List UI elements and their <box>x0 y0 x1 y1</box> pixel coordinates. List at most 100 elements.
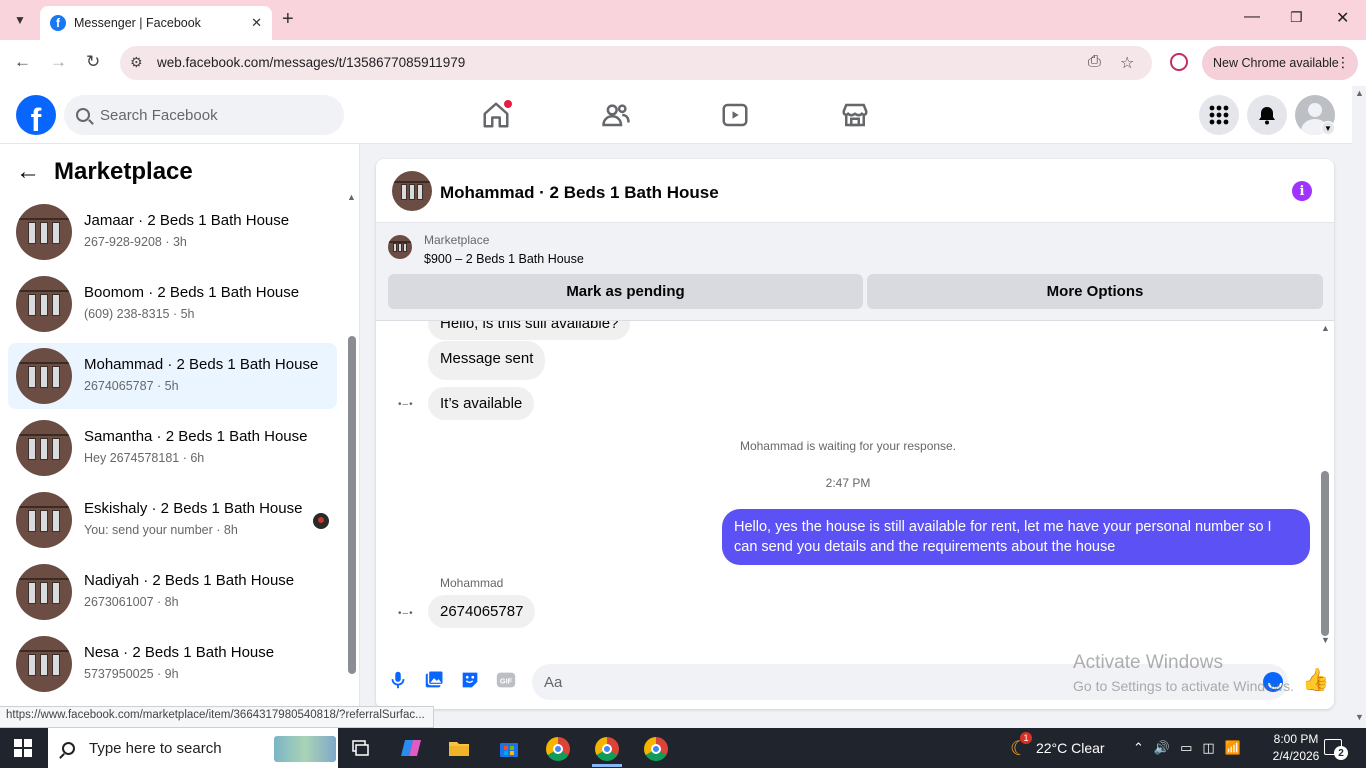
conversation-preview: 2674065787 · 5h <box>84 379 179 393</box>
thumbs-up-icon[interactable]: 👍 <box>1302 667 1329 693</box>
weather-text: 22°C Clear <box>1035 740 1105 756</box>
notification-count-badge: 2 <box>1334 746 1348 760</box>
account-chevron-down-icon[interactable]: ▼ <box>1321 121 1335 135</box>
install-app-icon[interactable]: ⎙ <box>1088 53 1101 71</box>
volume-icon[interactable]: 🔊 <box>1154 740 1170 756</box>
facebook-header: f <box>0 86 1352 144</box>
copilot-icon[interactable] <box>398 736 424 760</box>
conversation-item-boomom[interactable]: Boomom · 2 Beds 1 Bath House (609) 238-8… <box>8 271 337 337</box>
chat-listing-avatar[interactable] <box>392 171 432 211</box>
restore-icon[interactable]: ❐ <box>1290 9 1303 26</box>
incoming-message[interactable]: Hello, is this still available? <box>428 321 631 340</box>
photo-icon[interactable] <box>423 669 445 691</box>
facebook-search-input[interactable] <box>100 106 320 124</box>
listing-thumbnail <box>16 420 72 476</box>
tab-search-chevron-icon[interactable]: ▼ <box>8 8 32 32</box>
scroll-up-arrow-icon[interactable]: ▲ <box>347 192 356 202</box>
site-info-icon[interactable]: ⚙ <box>130 54 143 71</box>
outgoing-message[interactable]: Hello, yes the house is still available … <box>722 509 1310 565</box>
close-window-icon[interactable]: ✕ <box>1336 8 1349 28</box>
conversation-name: Samantha · 2 Beds 1 Bath House <box>84 428 308 445</box>
network-icon[interactable]: ◫ <box>1202 740 1214 756</box>
tab-close-icon[interactable]: ✕ <box>251 15 262 31</box>
microsoft-store-icon[interactable] <box>496 736 522 760</box>
friends-icon[interactable] <box>601 100 631 130</box>
conversation-info-icon[interactable]: i <box>1292 181 1312 201</box>
file-explorer-icon[interactable] <box>446 736 472 760</box>
conversation-name: Eskishaly · 2 Beds 1 Bath House <box>84 500 303 517</box>
windows-start-icon[interactable] <box>14 739 32 757</box>
chrome-profile-icon[interactable] <box>1170 53 1188 71</box>
bookmark-star-icon[interactable]: ☆ <box>1120 53 1134 73</box>
taskbar-clock[interactable]: 8:00 PM 2/4/2026 <box>1260 731 1332 765</box>
scroll-up-arrow-icon[interactable]: ▲ <box>1355 88 1364 98</box>
conversation-item-jamaar[interactable]: Jamaar · 2 Beds 1 Bath House 267-928-920… <box>8 199 337 265</box>
sidebar-scrollbar[interactable]: ▲ <box>347 192 357 708</box>
url-text[interactable]: web.facebook.com/messages/t/135867708591… <box>157 55 465 70</box>
chrome-menu-icon[interactable]: ⋮ <box>1336 54 1350 71</box>
new-chrome-available-button[interactable]: New Chrome available ⋮ <box>1202 46 1358 80</box>
chrome-profile-3-icon[interactable] <box>644 737 668 761</box>
listing-thumbnail <box>16 276 72 332</box>
chevron-up-icon[interactable]: ⌃ <box>1133 740 1144 756</box>
conversation-list: Jamaar · 2 Beds 1 Bath House 267-928-920… <box>0 184 345 708</box>
conversation-item-nadiyah[interactable]: Nadiyah · 2 Beds 1 Bath House 2673061007… <box>8 559 337 625</box>
minimize-icon[interactable]: — <box>1244 8 1260 26</box>
wifi-icon[interactable]: 📶 <box>1225 740 1241 756</box>
forward-icon[interactable]: → <box>50 52 67 72</box>
scroll-down-arrow-icon[interactable]: ▼ <box>1321 635 1330 645</box>
clock-time: 8:00 PM <box>1273 732 1319 746</box>
emoji-icon[interactable] <box>1263 672 1283 692</box>
incoming-message[interactable]: Message sent <box>428 341 546 380</box>
reload-icon[interactable]: ↻ <box>86 52 100 72</box>
back-arrow-icon[interactable]: ← <box>16 158 40 186</box>
conversation-preview: Hey 2674578181 · 6h <box>84 451 205 465</box>
conversation-item-nesa[interactable]: Nesa · 2 Beds 1 Bath House 5737950025 · … <box>8 631 337 697</box>
message-scrollbar-thumb[interactable] <box>1321 471 1329 636</box>
scroll-up-arrow-icon[interactable]: ▲ <box>1321 323 1330 333</box>
conversation-item-samantha[interactable]: Samantha · 2 Beds 1 Bath House Hey 26745… <box>8 415 337 481</box>
svg-text:GIF: GIF <box>500 677 513 686</box>
omnibox[interactable]: ⚙ web.facebook.com/messages/t/1358677085… <box>120 46 1152 80</box>
chrome-profile-2-icon[interactable] <box>595 737 619 761</box>
chat-title[interactable]: Mohammad · 2 Beds 1 Bath House <box>440 183 719 203</box>
video-icon[interactable] <box>720 100 750 130</box>
battery-icon[interactable]: ▭ <box>1180 740 1192 756</box>
sticker-icon[interactable] <box>459 669 481 691</box>
browser-tab-messenger[interactable]: f Messenger | Facebook ✕ <box>40 6 272 40</box>
sidebar-scrollbar-thumb[interactable] <box>348 336 356 674</box>
menu-grid-button[interactable] <box>1199 95 1239 135</box>
bell-icon <box>1259 107 1275 125</box>
message-thread: Hello, is this still available? Message … <box>376 321 1334 647</box>
message-scrollbar[interactable]: ▲ ▼ <box>1320 321 1330 647</box>
mark-as-pending-button[interactable]: Mark as pending <box>388 274 863 309</box>
chrome-profile-1-icon[interactable] <box>546 737 570 761</box>
active-app-indicator <box>592 764 622 767</box>
listing-mini-thumbnail[interactable] <box>388 235 412 259</box>
marketplace-icon[interactable] <box>840 100 870 130</box>
search-highlight-image[interactable] <box>274 736 336 762</box>
sender-avatar-placeholder-icon: •–• <box>398 608 414 619</box>
conversation-preview: (609) 238-8315 · 5h <box>84 307 195 321</box>
message-input[interactable] <box>532 664 1288 700</box>
scroll-down-arrow-icon[interactable]: ▼ <box>1355 712 1364 722</box>
notifications-button[interactable] <box>1247 95 1287 135</box>
gif-icon[interactable]: GIF <box>495 669 517 691</box>
listing-price-title[interactable]: $900 – 2 Beds 1 Bath House <box>424 252 584 266</box>
incoming-message[interactable]: 2674065787 <box>428 595 536 628</box>
facebook-logo-icon[interactable]: f <box>16 95 56 135</box>
conversation-item-eskishaly[interactable]: Eskishaly · 2 Beds 1 Bath House You: sen… <box>8 487 337 553</box>
message-sender-name: Mohammad <box>440 576 504 590</box>
message-composer: GIF 👍 <box>376 657 1334 709</box>
microphone-icon[interactable] <box>387 669 409 691</box>
weather-widget[interactable]: ☾ 1 22°C Clear <box>1010 728 1105 768</box>
new-tab-button[interactable]: + <box>282 8 294 31</box>
more-options-button[interactable]: More Options <box>867 274 1323 309</box>
facebook-search-box[interactable] <box>64 95 344 135</box>
incoming-message[interactable]: It’s available <box>428 387 535 420</box>
page-scrollbar[interactable]: ▲ ▼ <box>1352 86 1366 728</box>
sidebar-header: ← Marketplace <box>16 158 193 186</box>
conversation-item-mohammad[interactable]: Mohammad · 2 Beds 1 Bath House 267406578… <box>8 343 337 409</box>
back-icon[interactable]: ← <box>14 52 31 72</box>
task-view-icon[interactable] <box>348 736 374 760</box>
